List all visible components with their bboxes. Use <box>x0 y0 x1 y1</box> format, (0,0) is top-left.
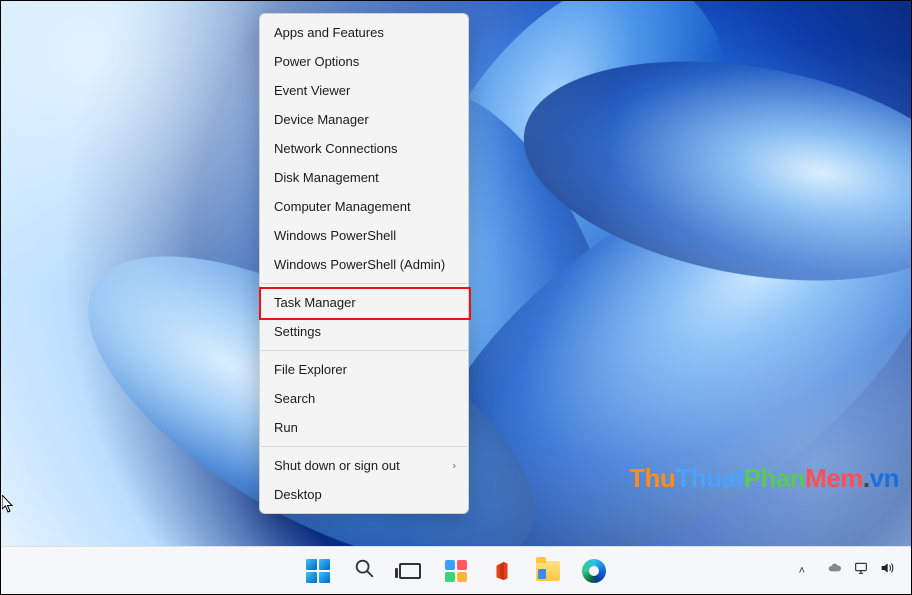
taskbar-file-explorer-button[interactable] <box>528 551 568 591</box>
office-icon <box>491 560 513 582</box>
taskbar-task-view-button[interactable] <box>390 551 430 591</box>
menu-item-device-manager[interactable]: Device Manager <box>260 105 468 134</box>
widgets-icon <box>445 560 467 582</box>
menu-item-event-viewer[interactable]: Event Viewer <box>260 76 468 105</box>
menu-item-network-connections[interactable]: Network Connections <box>260 134 468 163</box>
taskview-icon <box>399 563 421 579</box>
menu-item-label: Shut down or sign out <box>274 458 400 473</box>
menu-item-settings[interactable]: Settings <box>260 317 468 346</box>
menu-item-label: Windows PowerShell (Admin) <box>274 257 445 272</box>
menu-item-run[interactable]: Run <box>260 413 468 442</box>
menu-item-label: Network Connections <box>274 141 398 156</box>
menu-item-apps-features[interactable]: Apps and Features <box>260 18 468 47</box>
watermark-text: ThuThuatPhanMem.vn <box>629 463 899 494</box>
menu-item-label: Apps and Features <box>274 25 384 40</box>
menu-item-power-options[interactable]: Power Options <box>260 47 468 76</box>
taskbar-start-button[interactable] <box>298 551 338 591</box>
menu-item-label: Settings <box>274 324 321 339</box>
menu-separator <box>261 446 467 447</box>
chevron-right-icon: › <box>453 460 456 471</box>
taskbar-widgets-button[interactable] <box>436 551 476 591</box>
menu-item-label: Computer Management <box>274 199 411 214</box>
taskbar-office-button[interactable] <box>482 551 522 591</box>
menu-separator <box>261 283 467 284</box>
menu-item-windows-powershell[interactable]: Windows PowerShell <box>260 221 468 250</box>
network-icon[interactable] <box>853 560 869 581</box>
menu-item-windows-powershell-admin[interactable]: Windows PowerShell (Admin) <box>260 250 468 279</box>
tray-overflow-button[interactable]: ˄ <box>793 561 811 581</box>
menu-item-label: Device Manager <box>274 112 369 127</box>
taskbar: ˄ <box>1 546 911 594</box>
search-icon <box>353 557 375 584</box>
system-tray: ˄ <box>793 547 905 594</box>
menu-item-label: Event Viewer <box>274 83 350 98</box>
taskbar-edge-button[interactable] <box>574 551 614 591</box>
menu-separator <box>261 350 467 351</box>
menu-item-file-explorer[interactable]: File Explorer <box>260 355 468 384</box>
menu-item-disk-management[interactable]: Disk Management <box>260 163 468 192</box>
volume-icon[interactable] <box>879 560 895 581</box>
taskbar-search-button[interactable] <box>344 551 384 591</box>
winx-context-menu: Apps and Features Power Options Event View… <box>259 13 469 514</box>
edge-icon <box>582 559 606 583</box>
menu-item-label: Task Manager <box>274 295 356 310</box>
explorer-icon <box>536 561 560 581</box>
menu-item-label: Disk Management <box>274 170 379 185</box>
menu-item-label: Power Options <box>274 54 359 69</box>
menu-item-label: Windows PowerShell <box>274 228 396 243</box>
menu-item-label: File Explorer <box>274 362 347 377</box>
menu-item-search[interactable]: Search <box>260 384 468 413</box>
onedrive-icon[interactable] <box>827 560 843 581</box>
menu-item-task-manager[interactable]: Task Manager <box>260 288 468 317</box>
start-icon <box>306 559 330 583</box>
menu-item-shut-down-sign-out[interactable]: Shut down or sign out › <box>260 451 468 480</box>
menu-item-desktop[interactable]: Desktop <box>260 480 468 509</box>
menu-item-label: Run <box>274 420 298 435</box>
menu-item-label: Desktop <box>274 487 322 502</box>
menu-item-label: Search <box>274 391 315 406</box>
menu-item-computer-management[interactable]: Computer Management <box>260 192 468 221</box>
